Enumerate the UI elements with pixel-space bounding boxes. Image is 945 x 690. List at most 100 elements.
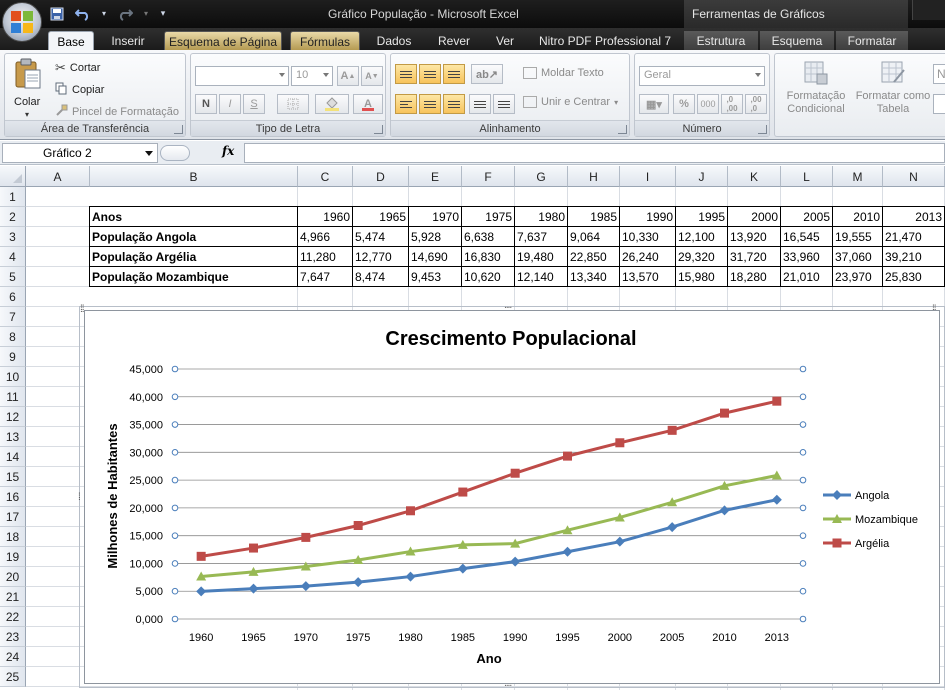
tab-ver[interactable]: Ver <box>486 31 524 50</box>
window-control[interactable] <box>912 0 945 20</box>
column-header-i[interactable]: I <box>620 166 676 187</box>
shrink-font-button[interactable]: A ▼ <box>361 66 383 86</box>
data-point-square[interactable] <box>353 521 363 530</box>
column-header-n[interactable]: N <box>883 166 945 187</box>
currency-button[interactable]: ▦▾ <box>639 94 669 114</box>
format-painter-button[interactable]: Pincel de Formatação <box>55 104 179 120</box>
cell-year[interactable]: 1965 <box>353 207 409 227</box>
column-header-m[interactable]: M <box>833 166 883 187</box>
cell-year[interactable]: 2005 <box>781 207 833 227</box>
align-center-button[interactable] <box>419 94 441 114</box>
data-point-square[interactable] <box>458 487 468 497</box>
data-point-diamond[interactable] <box>510 556 521 567</box>
data-point-square[interactable] <box>406 506 415 516</box>
tab-inserir[interactable]: Inserir <box>100 31 156 50</box>
row-header-18[interactable]: 18 <box>0 527 26 547</box>
cell-year[interactable]: 2013 <box>883 207 945 227</box>
column-header-g[interactable]: G <box>515 166 568 187</box>
data-point-square[interactable] <box>196 551 206 561</box>
cell-year[interactable]: 2010 <box>833 207 883 227</box>
row-header-21[interactable]: 21 <box>0 587 26 607</box>
column-header-f[interactable]: F <box>462 166 515 187</box>
axis-handle-right[interactable] <box>799 532 807 539</box>
copy-button[interactable]: Copiar <box>55 82 104 98</box>
name-box[interactable]: Gráfico 2 <box>2 143 158 163</box>
cell-value[interactable]: 5,474 <box>353 227 409 247</box>
row-header-9[interactable]: 9 <box>0 347 26 367</box>
column-header-c[interactable]: C <box>298 166 353 187</box>
cell-value[interactable]: 13,920 <box>728 227 781 247</box>
data-point-diamond[interactable] <box>405 571 416 582</box>
data-point-diamond[interactable] <box>771 494 782 505</box>
cell-value[interactable]: 15,980 <box>676 267 728 287</box>
data-point-diamond[interactable] <box>353 577 364 588</box>
cell-value[interactable]: 12,100 <box>676 227 728 247</box>
undo-dropdown-icon[interactable]: ▾ <box>100 5 108 22</box>
row-header-14[interactable]: 14 <box>0 447 26 467</box>
data-point-square[interactable] <box>563 451 572 461</box>
wrap-text-button[interactable]: Moldar Texto <box>523 67 604 79</box>
increase-indent-button[interactable] <box>493 94 515 114</box>
axis-handle-right[interactable] <box>799 504 807 512</box>
thousands-button[interactable]: 000 <box>697 94 719 114</box>
column-header-b[interactable]: B <box>90 166 298 187</box>
cell-value[interactable]: 12,140 <box>515 267 568 287</box>
axis-handle-right[interactable] <box>799 365 807 373</box>
data-point-diamond[interactable] <box>196 586 207 597</box>
row-header-20[interactable]: 20 <box>0 567 26 587</box>
axis-handle-right[interactable] <box>799 421 807 428</box>
axis-handle-left[interactable] <box>171 393 179 401</box>
axis-handle-left[interactable] <box>171 587 179 595</box>
redo-icon[interactable] <box>116 5 134 22</box>
data-point-square[interactable] <box>301 532 311 542</box>
x-axis-title[interactable]: Ano <box>476 651 501 666</box>
row-header-5[interactable]: 5 <box>0 267 26 287</box>
row-header-6[interactable]: 6 <box>0 287 26 307</box>
cell-b2-header-label[interactable]: Anos <box>90 207 298 227</box>
chart-title[interactable]: Crescimento Populacional <box>385 328 636 350</box>
cell-year[interactable]: 1995 <box>676 207 728 227</box>
row-header-25[interactable]: 25 <box>0 667 26 687</box>
tab-rever[interactable]: Rever <box>428 31 480 50</box>
axis-handle-right[interactable] <box>799 615 807 623</box>
legend-label[interactable]: Argélia <box>855 538 890 550</box>
cell-year[interactable]: 1960 <box>298 207 353 227</box>
number-format-combo[interactable]: Geral <box>639 66 765 86</box>
cell-value[interactable]: 29,320 <box>676 247 728 267</box>
bold-button[interactable]: N <box>195 94 217 114</box>
axis-handle-left[interactable] <box>171 560 179 567</box>
font-color-button[interactable]: A <box>353 94 383 114</box>
cell-value[interactable]: 9,453 <box>409 267 462 287</box>
decrease-decimal-button[interactable]: ,00,0 <box>745 94 767 114</box>
cell-value[interactable]: 7,637 <box>515 227 568 247</box>
data-point-square[interactable] <box>720 408 729 418</box>
data-point-square[interactable] <box>249 543 258 553</box>
cell-value[interactable]: 13,340 <box>568 267 620 287</box>
clipboard-launcher-icon[interactable] <box>174 125 183 134</box>
cell-value[interactable]: 21,010 <box>781 267 833 287</box>
office-button[interactable] <box>2 2 42 42</box>
font-name-combo[interactable] <box>195 66 289 86</box>
y-axis-title[interactable]: Milhones de Habitantes <box>105 423 120 568</box>
axis-handle-left[interactable] <box>171 449 179 456</box>
redo-dropdown-icon[interactable]: ▾ <box>142 5 150 22</box>
cell-year[interactable]: 1975 <box>462 207 515 227</box>
decrease-indent-button[interactable] <box>469 94 491 114</box>
cut-button[interactable]: ✂ Cortar <box>55 60 100 76</box>
row-header-22[interactable]: 22 <box>0 607 26 627</box>
column-header-k[interactable]: K <box>728 166 781 187</box>
axis-handle-right[interactable] <box>799 587 807 595</box>
data-point-square[interactable] <box>772 396 782 406</box>
row-header-7[interactable]: 7 <box>0 307 26 327</box>
data-point-diamond[interactable] <box>457 563 468 574</box>
row-header-17[interactable]: 17 <box>0 507 26 527</box>
cell-value[interactable]: 31,720 <box>728 247 781 267</box>
align-bottom-button[interactable] <box>443 64 465 84</box>
column-header-a[interactable]: A <box>26 166 90 187</box>
tab-base[interactable]: Base <box>48 31 94 50</box>
axis-handle-left[interactable] <box>171 365 179 373</box>
cell-value[interactable]: 18,280 <box>728 267 781 287</box>
cell-value[interactable]: 13,570 <box>620 267 676 287</box>
axis-handle-left[interactable] <box>171 421 179 428</box>
italic-button[interactable]: I <box>219 94 241 114</box>
